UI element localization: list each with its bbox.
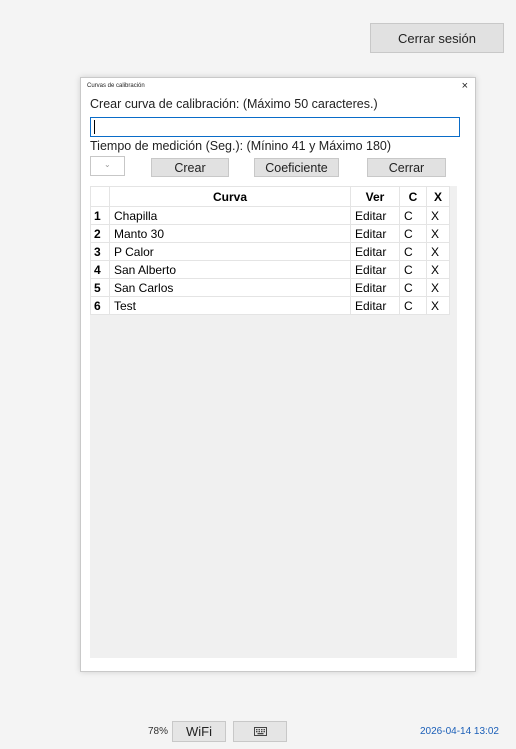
edit-link[interactable]: Editar xyxy=(350,242,400,261)
delete-link[interactable]: X xyxy=(426,260,450,279)
row-index: 6 xyxy=(90,296,110,315)
close-button[interactable]: Cerrar xyxy=(367,158,446,177)
header-ver: Ver xyxy=(350,186,400,207)
table-header-row: Curva Ver C X xyxy=(90,186,450,207)
header-curva: Curva xyxy=(109,186,351,207)
wifi-button[interactable]: WiFi xyxy=(172,721,226,742)
curve-name-cell[interactable]: San Carlos xyxy=(109,278,351,297)
delete-link[interactable]: X xyxy=(426,206,450,225)
text-caret xyxy=(94,120,95,134)
coefficient-link[interactable]: C xyxy=(399,242,427,261)
row-index: 1 xyxy=(90,206,110,225)
table-row[interactable]: 3 P Calor Editar C X xyxy=(90,242,450,261)
curves-grid[interactable]: Curva Ver C X 1 Chapilla Editar C X 2 Ma… xyxy=(90,186,457,658)
edit-link[interactable]: Editar xyxy=(350,260,400,279)
row-index: 5 xyxy=(90,278,110,297)
edit-link[interactable]: Editar xyxy=(350,224,400,243)
chevron-down-icon: ⌄ xyxy=(104,160,111,169)
table-row[interactable]: 2 Manto 30 Editar C X xyxy=(90,224,450,243)
measurement-time-select[interactable]: ⌄ xyxy=(90,156,125,176)
delete-link[interactable]: X xyxy=(426,242,450,261)
table-row[interactable]: 4 San Alberto Editar C X xyxy=(90,260,450,279)
row-index: 2 xyxy=(90,224,110,243)
create-button[interactable]: Crear xyxy=(151,158,229,177)
dialog-titlebar: Curvas de calibración × xyxy=(81,78,475,98)
coefficient-button[interactable]: Coeficiente xyxy=(254,158,339,177)
dialog-title: Curvas de calibración xyxy=(87,83,145,89)
table-row[interactable]: 1 Chapilla Editar C X xyxy=(90,206,450,225)
status-datetime: 2026-04-14 13:02 xyxy=(420,726,499,737)
header-x: X xyxy=(426,186,450,207)
keyboard-icon xyxy=(253,727,267,736)
delete-link[interactable]: X xyxy=(426,278,450,297)
curve-name-label: Crear curva de calibración: (Máximo 50 c… xyxy=(90,97,378,111)
header-index xyxy=(90,186,110,207)
curve-name-input[interactable] xyxy=(90,117,460,137)
calibration-curves-dialog: Curvas de calibración × Crear curva de c… xyxy=(80,77,476,672)
table-row[interactable]: 6 Test Editar C X xyxy=(90,296,450,315)
curve-name-cell[interactable]: Manto 30 xyxy=(109,224,351,243)
curve-name-cell[interactable]: Chapilla xyxy=(109,206,351,225)
curves-table: Curva Ver C X 1 Chapilla Editar C X 2 Ma… xyxy=(90,186,450,315)
coefficient-link[interactable]: C xyxy=(399,260,427,279)
delete-link[interactable]: X xyxy=(426,224,450,243)
edit-link[interactable]: Editar xyxy=(350,278,400,297)
curve-name-cell[interactable]: P Calor xyxy=(109,242,351,261)
table-row[interactable]: 5 San Carlos Editar C X xyxy=(90,278,450,297)
measurement-time-label: Tiempo de medición (Seg.): (Mínino 41 y … xyxy=(90,139,392,153)
keyboard-button[interactable] xyxy=(233,721,287,742)
row-index: 4 xyxy=(90,260,110,279)
curve-name-cell[interactable]: Test xyxy=(109,296,351,315)
coefficient-link[interactable]: C xyxy=(399,278,427,297)
coefficient-link[interactable]: C xyxy=(399,296,427,315)
delete-link[interactable]: X xyxy=(426,296,450,315)
curve-name-cell[interactable]: San Alberto xyxy=(109,260,351,279)
row-index: 3 xyxy=(90,242,110,261)
edit-link[interactable]: Editar xyxy=(350,206,400,225)
coefficient-link[interactable]: C xyxy=(399,224,427,243)
header-c: C xyxy=(399,186,427,207)
close-icon[interactable]: × xyxy=(462,80,468,92)
edit-link[interactable]: Editar xyxy=(350,296,400,315)
battery-level: 78% xyxy=(148,726,169,737)
coefficient-link[interactable]: C xyxy=(399,206,427,225)
logout-button[interactable]: Cerrar sesión xyxy=(370,23,504,53)
